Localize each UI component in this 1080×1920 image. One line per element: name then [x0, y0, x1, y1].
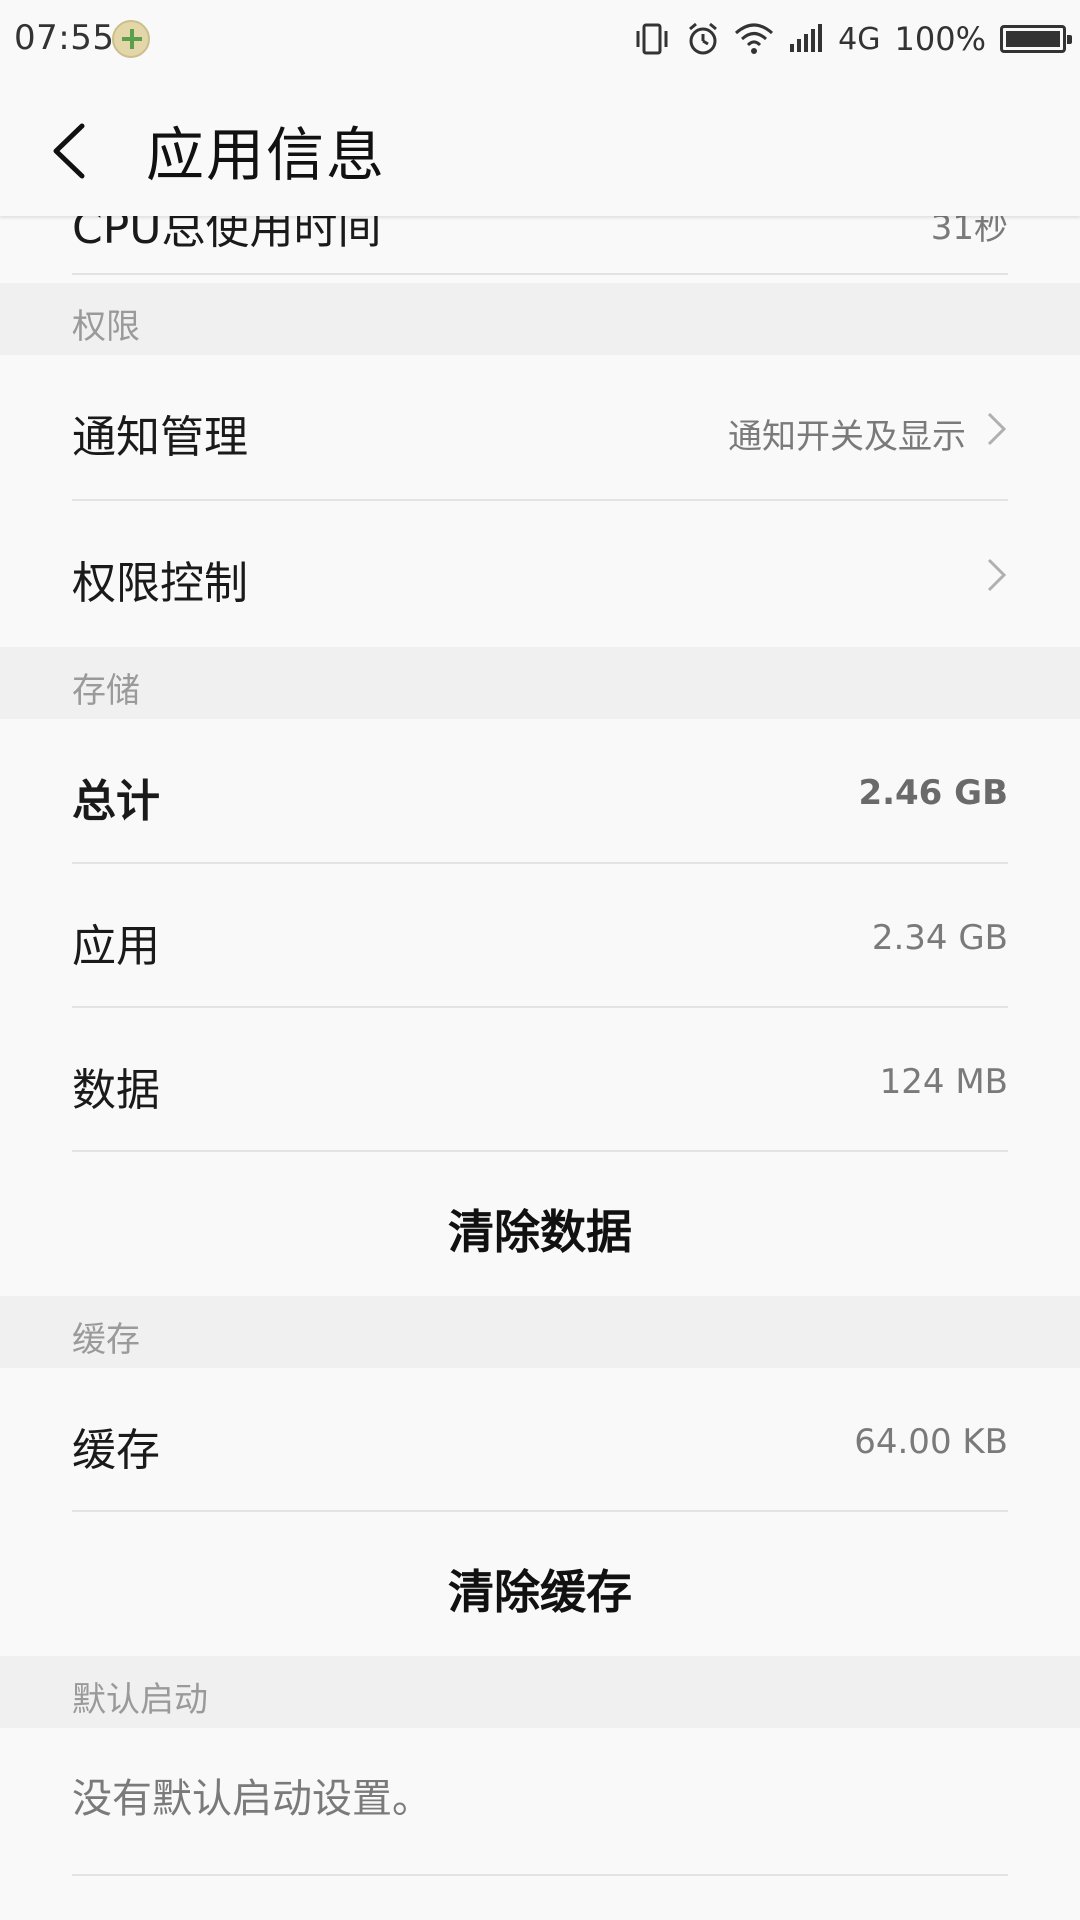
section-header-default-launch: 默认启动	[0, 1656, 1080, 1728]
storage-app-row: 应用 2.34 GB	[0, 864, 1080, 1008]
section-label: 缓存	[72, 1320, 140, 1360]
battery-icon	[1000, 25, 1072, 53]
signal-icon	[790, 24, 823, 52]
clear-cache-button[interactable]: 清除缓存	[0, 1556, 1080, 1622]
page-title: 应用信息	[146, 121, 387, 189]
storage-data-row: 数据 124 MB	[0, 1008, 1080, 1152]
vibrate-icon	[636, 23, 668, 55]
storage-app-label: 应用	[72, 921, 160, 972]
back-arrow-icon[interactable]	[44, 116, 98, 186]
divider	[72, 1874, 1008, 1876]
network-type: 4G	[838, 21, 881, 57]
status-bar: 07:55 4G 100%	[0, 0, 1080, 78]
status-icons: 4G 100%	[632, 16, 1072, 62]
cache-value: 64.00 KB	[854, 1422, 1008, 1462]
status-time: 07:55	[14, 18, 115, 58]
wifi-icon	[735, 23, 774, 54]
section-label: 存储	[72, 671, 140, 711]
storage-data-label: 数据	[72, 1065, 160, 1116]
permission-control-row[interactable]: 权限控制	[0, 501, 1080, 647]
notification-app-icon	[112, 20, 150, 58]
section-label: 默认启动	[72, 1680, 208, 1720]
section-label: 权限	[72, 307, 140, 347]
clear-data-row: 清除数据	[0, 1152, 1080, 1296]
permission-control-label: 权限控制	[72, 558, 248, 609]
battery-percent: 100%	[894, 20, 986, 58]
notification-management-row[interactable]: 通知管理 通知开关及显示	[0, 355, 1080, 501]
chevron-right-icon	[987, 558, 1007, 592]
notification-management-label: 通知管理	[72, 412, 248, 463]
chevron-right-icon	[987, 412, 1007, 446]
cache-row: 缓存 64.00 KB	[0, 1368, 1080, 1512]
default-launch-row: 没有默认启动设置。	[0, 1728, 1080, 1876]
app-bar: 应用信息	[0, 78, 1080, 216]
divider	[72, 273, 1008, 275]
section-header-permissions: 权限	[0, 283, 1080, 355]
section-header-storage: 存储	[0, 647, 1080, 719]
storage-data-value: 124 MB	[879, 1062, 1008, 1102]
clear-data-button[interactable]: 清除数据	[0, 1196, 1080, 1262]
storage-app-value: 2.34 GB	[871, 918, 1008, 958]
section-header-cache: 缓存	[0, 1296, 1080, 1368]
notification-management-value: 通知开关及显示	[728, 417, 966, 457]
alarm-icon	[689, 22, 718, 55]
storage-total-row: 总计 2.46 GB	[0, 719, 1080, 864]
storage-total-value: 2.46 GB	[858, 773, 1008, 813]
storage-total-label: 总计	[72, 776, 160, 827]
clear-cache-row: 清除缓存	[0, 1512, 1080, 1656]
default-launch-text: 没有默认启动设置。	[72, 1776, 432, 1822]
cache-label: 缓存	[72, 1425, 160, 1476]
